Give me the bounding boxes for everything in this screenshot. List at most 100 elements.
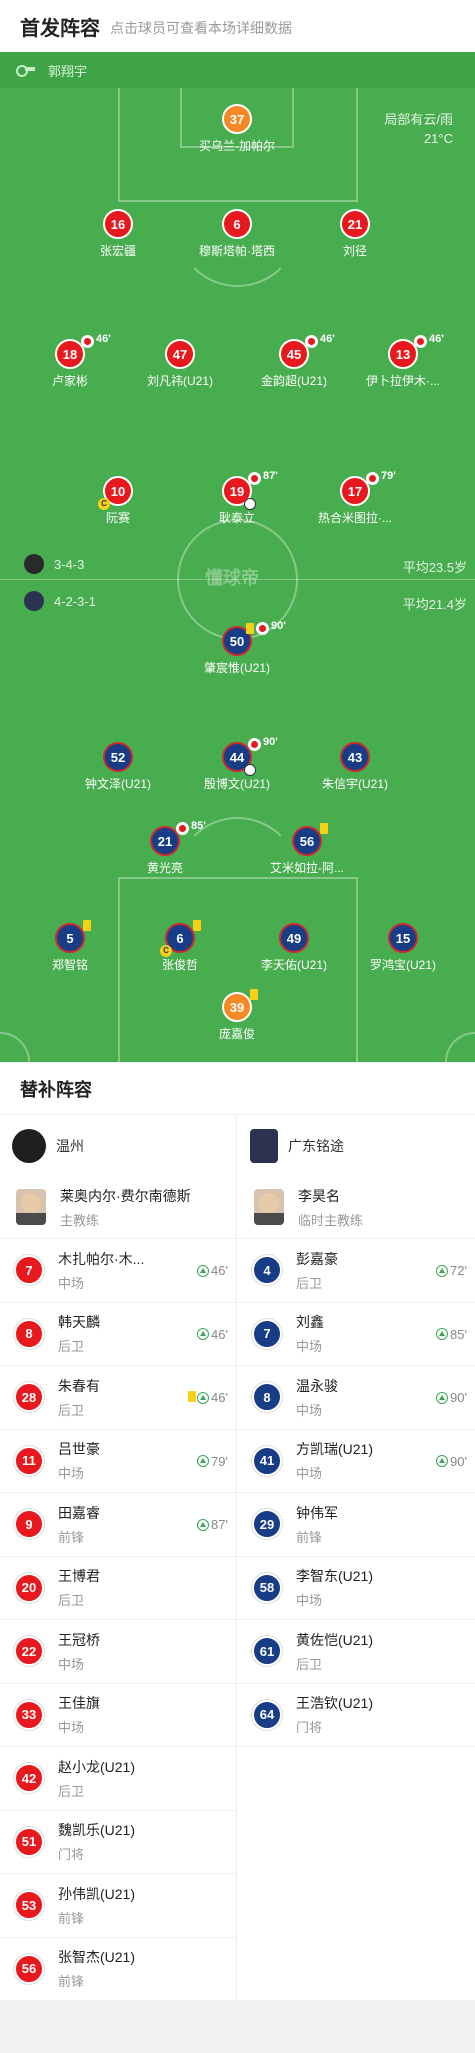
sub-minute: 87' <box>263 470 278 482</box>
goal-ball-icon <box>244 764 256 776</box>
away-player-gk[interactable]: 39 庞嘉俊 <box>182 989 292 1042</box>
away-player-am3[interactable]: 43 朱信宇(U21) <box>300 742 410 792</box>
sub-player-row[interactable]: 51 魏凯乐(U21) 门将 <box>0 1811 236 1874</box>
sub-in-time: 72' <box>436 1263 467 1278</box>
player-name: 买乌兰·加帕尔 <box>199 139 275 153</box>
home-player-f1[interactable]: 10 C 阮赛 <box>63 476 173 526</box>
player-info: 韩天麟 后卫 <box>58 1312 163 1355</box>
away-team-row[interactable]: 广东铭途 <box>238 1116 475 1176</box>
sub-in-time: 90' <box>436 1454 467 1469</box>
player-number: 16 <box>103 209 133 239</box>
sub-in-icon <box>436 1455 449 1467</box>
sub-player-row[interactable]: 8 韩天麟 后卫 46' <box>0 1303 236 1366</box>
home-player-d2[interactable]: 6 穆斯塔帕·塔西 <box>182 209 292 259</box>
home-team-logo <box>24 554 44 574</box>
weather-condition: 局部有云/雨 <box>384 112 453 127</box>
sub-player-row[interactable]: 20 王博君 后卫 <box>0 1557 236 1620</box>
coach-role: 主教练 <box>60 1212 100 1228</box>
sub-player-row[interactable]: 53 孙伟凯(U21) 前锋 <box>0 1874 236 1938</box>
sub-player-row[interactable]: 41 方凯瑞(U21) 中场 90' <box>238 1430 475 1493</box>
sub-in-minute: 79' <box>211 1453 228 1469</box>
away-formation: 4-2-3-1 <box>24 591 96 611</box>
home-player-f3[interactable]: 17 79' 热合米图拉·... <box>300 470 410 526</box>
player-number: 8 <box>14 1318 44 1349</box>
player-number: 17 79' <box>340 470 396 506</box>
player-name: 朱信宇(U21) <box>321 777 388 791</box>
sub-in-time: 85' <box>436 1327 467 1342</box>
away-player-dm2[interactable]: 56 艾米如拉-阿... <box>252 823 362 876</box>
player-number: 43 <box>340 742 370 772</box>
sub-in-icon <box>197 1455 210 1467</box>
player-name: 卢家彬 <box>51 374 88 388</box>
sub-in-minute: 85' <box>450 1326 467 1342</box>
sub-player-row[interactable]: 33 王佳旗 中场 <box>0 1684 236 1747</box>
player-name: 伊卜拉伊木·... <box>366 374 440 388</box>
sub-player-row[interactable]: 4 彭嘉豪 后卫 72' <box>238 1239 475 1303</box>
home-avg-age: 平均23.5岁 <box>402 560 467 575</box>
home-player-m4[interactable]: 13 46' 伊卜拉伊木·... <box>348 333 458 389</box>
sub-minute: 85' <box>191 820 206 832</box>
player-number: 20 <box>14 1572 44 1603</box>
sub-player-row[interactable]: 11 吕世豪 中场 79' <box>0 1430 236 1493</box>
player-position: 前锋 <box>58 1529 85 1545</box>
home-player-m2[interactable]: 47 刘凡祎(U21) <box>125 339 235 389</box>
sub-player-row[interactable]: 58 李智东(U21) 中场 <box>238 1557 475 1620</box>
yellow-card-icon <box>188 1391 196 1402</box>
home-player-gk[interactable]: 37 买乌兰·加帕尔 <box>182 104 292 154</box>
sub-player-row[interactable]: 7 木扎帕尔·木... 中场 46' <box>0 1239 236 1303</box>
away-player-d2[interactable]: 6C 张俊哲 <box>125 920 235 973</box>
away-team-name: 广东铭途 <box>288 1138 344 1154</box>
coach-role: 临时主教练 <box>298 1212 364 1228</box>
player-number: 50 90' <box>222 620 286 656</box>
home-player-f2[interactable]: 19 87' 耿泰立 <box>182 470 292 526</box>
player-number: 61 <box>252 1636 282 1667</box>
sub-minute: 90' <box>263 736 278 748</box>
captain-icon: C <box>160 945 172 957</box>
sub-in-time: 90' <box>436 1390 467 1405</box>
player-info: 温永骏 中场 <box>296 1376 401 1419</box>
player-name: 李天佑(U21) <box>260 958 327 972</box>
sub-player-row[interactable]: 29 钟伟军 前锋 <box>238 1493 475 1557</box>
home-player-d1[interactable]: 16 张宏疆 <box>63 209 173 259</box>
sub-player-row[interactable]: 9 田嘉睿 前锋 87' <box>0 1493 236 1557</box>
sub-player-row[interactable]: 64 王浩钦(U21) 门将 <box>238 1684 475 1747</box>
home-player-d3[interactable]: 21 刘径 <box>300 209 410 259</box>
player-number: 10 C <box>98 476 133 510</box>
sub-player-row[interactable]: 8 温永骏 中场 90' <box>238 1366 475 1430</box>
coach-avatar <box>254 1189 284 1225</box>
sub-player-row[interactable]: 28 朱春有 后卫 46' <box>0 1366 236 1430</box>
player-number: 39 <box>222 989 258 1022</box>
home-team-row[interactable]: 温州 <box>0 1116 236 1176</box>
home-coach[interactable]: 莱奥内尔·费尔南德斯 主教练 <box>0 1176 236 1239</box>
player-position: 后卫 <box>296 1656 323 1672</box>
player-number: 56 <box>292 823 328 856</box>
page-footer <box>0 2000 475 2053</box>
away-player-d3[interactable]: 49 李天佑(U21) <box>239 923 349 973</box>
sub-in-icon <box>436 1328 449 1340</box>
player-number: 15 <box>388 923 418 953</box>
sub-off-icon <box>256 622 269 635</box>
sub-in-minute: 87' <box>211 1517 228 1532</box>
home-player-m1[interactable]: 18 46' 卢家彬 <box>15 333 125 389</box>
sub-player-row[interactable]: 22 王冠桥 中场 <box>0 1620 236 1684</box>
sub-in-time: 46' <box>197 1327 228 1342</box>
sub-player-row[interactable]: 42 赵小龙(U21) 后卫 <box>0 1747 236 1811</box>
sub-player-row[interactable]: 61 黄佐恺(U21) 后卫 <box>238 1620 475 1684</box>
away-player-d1[interactable]: 5 郑智铭 <box>15 920 125 973</box>
sub-player-row[interactable]: 56 张智杰(U21) 前锋 <box>0 1938 236 2001</box>
home-player-m3[interactable]: 45 46' 金韵超(U21) <box>239 333 349 389</box>
player-number: 8 <box>252 1382 282 1413</box>
away-player-dm1[interactable]: 21 85' 黄光亮 <box>110 820 220 876</box>
player-number: 45 46' <box>279 333 335 369</box>
player-info: 赵小龙(U21) 后卫 <box>58 1757 163 1800</box>
away-player-d4[interactable]: 15 罗鸿宝(U21) <box>348 923 458 973</box>
away-player-f1[interactable]: 50 90' 肇宸惟(U21) <box>182 620 292 676</box>
sub-in-icon <box>436 1391 449 1404</box>
away-coach[interactable]: 李昊名 临时主教练 <box>238 1176 475 1239</box>
player-name: 彭嘉豪 <box>296 1250 338 1267</box>
away-player-am1[interactable]: 52 钟文泽(U21) <box>63 742 173 792</box>
away-player-am2[interactable]: 44 90' 殷博文(U21) <box>182 736 292 792</box>
sub-player-row[interactable]: 7 刘鑫 中场 85' <box>238 1303 475 1366</box>
player-name: 艾米如拉-阿... <box>270 861 344 875</box>
player-name: 金韵超(U21) <box>260 374 327 388</box>
